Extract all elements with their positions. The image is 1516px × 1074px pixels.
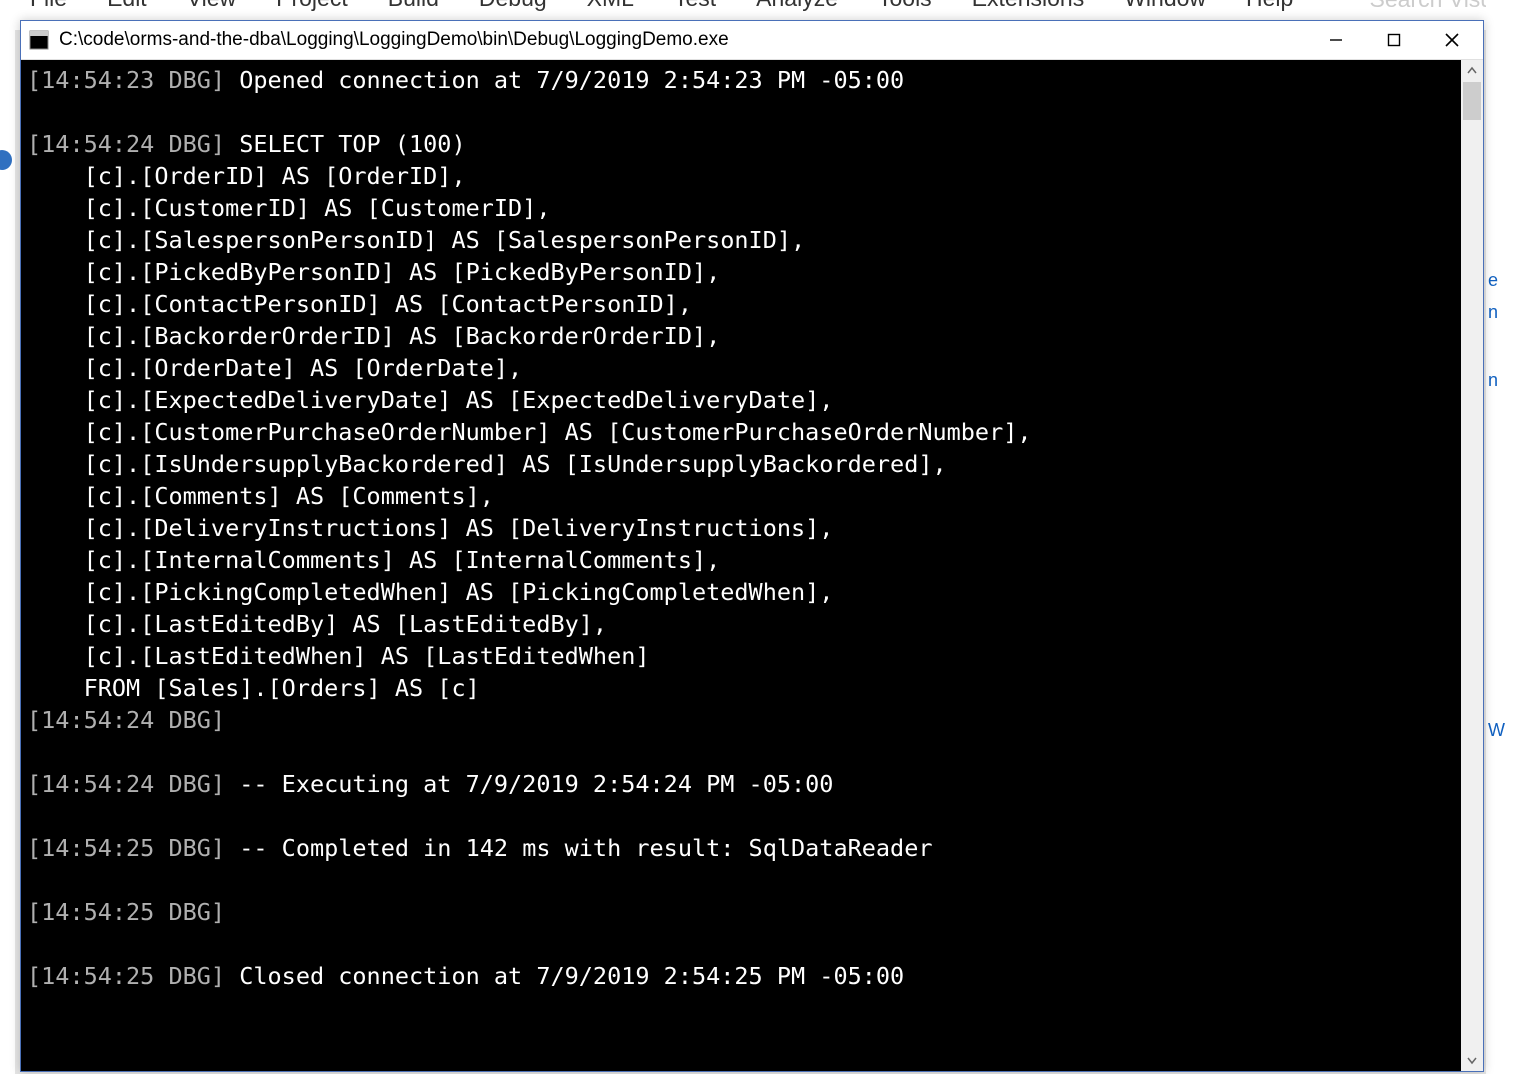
background-ide-menu-item: Analyze	[756, 0, 838, 12]
close-button[interactable]	[1423, 21, 1481, 59]
log-message: SELECT TOP (100)	[225, 130, 466, 158]
console-window: C:\code\orms-and-the-dba\Logging\Logging…	[20, 20, 1484, 1072]
console-line: [14:54:24 DBG] SELECT TOP (100)	[27, 128, 1455, 160]
background-ide-menu-item: Tools	[878, 0, 932, 12]
log-timestamp: [14:54:25 DBG]	[27, 962, 225, 990]
background-ide-menu-item: Project	[276, 0, 348, 12]
console-line: [c].[BackorderOrderID] AS [BackorderOrde…	[27, 320, 1455, 352]
background-ide-menu-item: Extensions	[972, 0, 1085, 12]
console-line: FROM [Sales].[Orders] AS [c]	[27, 672, 1455, 704]
console-line: [14:54:25 DBG]	[27, 896, 1455, 928]
background-ide-blue-badge	[0, 150, 12, 170]
log-message: [c].[BackorderOrderID] AS [BackorderOrde…	[27, 322, 720, 350]
console-line: [c].[OrderDate] AS [OrderDate],	[27, 352, 1455, 384]
bg-stub: e	[1488, 270, 1498, 291]
log-message: Closed connection at 7/9/2019 2:54:25 PM…	[225, 962, 904, 990]
console-line	[27, 736, 1455, 768]
log-timestamp: [14:54:24 DBG]	[27, 770, 225, 798]
log-message: [c].[Comments] AS [Comments],	[27, 482, 494, 510]
log-message: [c].[OrderDate] AS [OrderDate],	[27, 354, 522, 382]
background-ide-menu-item: XML	[587, 0, 634, 12]
console-line: [c].[CustomerID] AS [CustomerID],	[27, 192, 1455, 224]
console-scrollbar[interactable]	[1461, 60, 1483, 1071]
console-line: [c].[ContactPersonID] AS [ContactPersonI…	[27, 288, 1455, 320]
titlebar[interactable]: C:\code\orms-and-the-dba\Logging\Logging…	[21, 21, 1483, 60]
log-message: -- Completed in 142 ms with result: SqlD…	[225, 834, 932, 862]
log-message: [c].[CustomerID] AS [CustomerID],	[27, 194, 550, 222]
window-title: C:\code\orms-and-the-dba\Logging\Logging…	[59, 29, 1307, 51]
console-line: [c].[Comments] AS [Comments],	[27, 480, 1455, 512]
window-controls	[1307, 21, 1481, 59]
console-app-icon	[29, 30, 49, 50]
log-message: [c].[SalespersonPersonID] AS [Salesperso…	[27, 226, 805, 254]
scroll-thumb[interactable]	[1463, 82, 1481, 120]
minimize-button[interactable]	[1307, 21, 1365, 59]
log-timestamp: [14:54:24 DBG]	[27, 130, 225, 158]
maximize-button[interactable]	[1365, 21, 1423, 59]
bg-stub: n	[1488, 302, 1498, 323]
background-ide-menu-item: Edit	[107, 0, 147, 12]
log-message: [c].[LastEditedBy] AS [LastEditedBy],	[27, 610, 607, 638]
background-ide-menu-item: View	[187, 0, 236, 12]
log-message: [c].[IsUndersupplyBackordered] AS [IsUnd…	[27, 450, 947, 478]
background-ide-right-strip: e n n W	[1486, 0, 1516, 1074]
log-message: [c].[CustomerPurchaseOrderNumber] AS [Cu…	[27, 418, 1032, 446]
log-message: Opened connection at 7/9/2019 2:54:23 PM…	[225, 66, 904, 94]
bg-stub: W	[1488, 720, 1505, 741]
log-message: -- Executing at 7/9/2019 2:54:24 PM -05:…	[225, 770, 833, 798]
log-message: FROM [Sales].[Orders] AS [c]	[27, 674, 480, 702]
console-line: [c].[LastEditedBy] AS [LastEditedBy],	[27, 608, 1455, 640]
scroll-up-arrow-icon[interactable]	[1461, 60, 1483, 82]
console-line: [c].[ExpectedDeliveryDate] AS [ExpectedD…	[27, 384, 1455, 416]
background-ide-menu-item: Debug	[479, 0, 547, 12]
log-message: [c].[PickingCompletedWhen] AS [PickingCo…	[27, 578, 833, 606]
console-line: [14:54:25 DBG] -- Completed in 142 ms wi…	[27, 832, 1455, 864]
bg-stub: n	[1488, 370, 1498, 391]
log-timestamp: [14:54:24 DBG]	[27, 706, 225, 734]
log-timestamp: [14:54:25 DBG]	[27, 834, 225, 862]
scroll-down-arrow-icon[interactable]	[1461, 1049, 1483, 1071]
console-line: [14:54:25 DBG] Closed connection at 7/9/…	[27, 960, 1455, 992]
console-line	[27, 928, 1455, 960]
background-ide-menu-item: Test	[674, 0, 716, 12]
background-ide-menu-item: Help	[1246, 0, 1293, 12]
console-line: [14:54:24 DBG]	[27, 704, 1455, 736]
log-message: [c].[ExpectedDeliveryDate] AS [ExpectedD…	[27, 386, 833, 414]
background-ide-menu-item: Window	[1124, 0, 1206, 12]
console-line: [c].[OrderID] AS [OrderID],	[27, 160, 1455, 192]
log-message: [c].[InternalComments] AS [InternalComme…	[27, 546, 720, 574]
console-line: [c].[PickingCompletedWhen] AS [PickingCo…	[27, 576, 1455, 608]
log-message: [c].[OrderID] AS [OrderID],	[27, 162, 466, 190]
log-timestamp: [14:54:25 DBG]	[27, 898, 225, 926]
console-line: [c].[IsUndersupplyBackordered] AS [IsUnd…	[27, 448, 1455, 480]
log-timestamp: [14:54:23 DBG]	[27, 66, 225, 94]
background-ide-menu-item: Build	[388, 0, 439, 12]
console-line: [c].[SalespersonPersonID] AS [Salesperso…	[27, 224, 1455, 256]
console-line: [c].[InternalComments] AS [InternalComme…	[27, 544, 1455, 576]
console-line: [c].[LastEditedWhen] AS [LastEditedWhen]	[27, 640, 1455, 672]
console-line: [14:54:23 DBG] Opened connection at 7/9/…	[27, 64, 1455, 96]
console-output[interactable]: [14:54:23 DBG] Opened connection at 7/9/…	[21, 60, 1461, 1071]
log-message: [c].[LastEditedWhen] AS [LastEditedWhen]	[27, 642, 650, 670]
log-message: [c].[ContactPersonID] AS [ContactPersonI…	[27, 290, 692, 318]
console-line: [c].[PickedByPersonID] AS [PickedByPerso…	[27, 256, 1455, 288]
log-message: [c].[DeliveryInstructions] AS [DeliveryI…	[27, 514, 833, 542]
console-line: [14:54:24 DBG] -- Executing at 7/9/2019 …	[27, 768, 1455, 800]
background-ide-left-strip	[0, 30, 15, 1074]
log-message: [c].[PickedByPersonID] AS [PickedByPerso…	[27, 258, 720, 286]
console-line	[27, 96, 1455, 128]
background-ide-menu-item: File	[30, 0, 67, 12]
console-line	[27, 864, 1455, 896]
console-line: [c].[DeliveryInstructions] AS [DeliveryI…	[27, 512, 1455, 544]
console-body: [14:54:23 DBG] Opened connection at 7/9/…	[21, 60, 1483, 1071]
console-line: [c].[CustomerPurchaseOrderNumber] AS [Cu…	[27, 416, 1455, 448]
console-line	[27, 800, 1455, 832]
